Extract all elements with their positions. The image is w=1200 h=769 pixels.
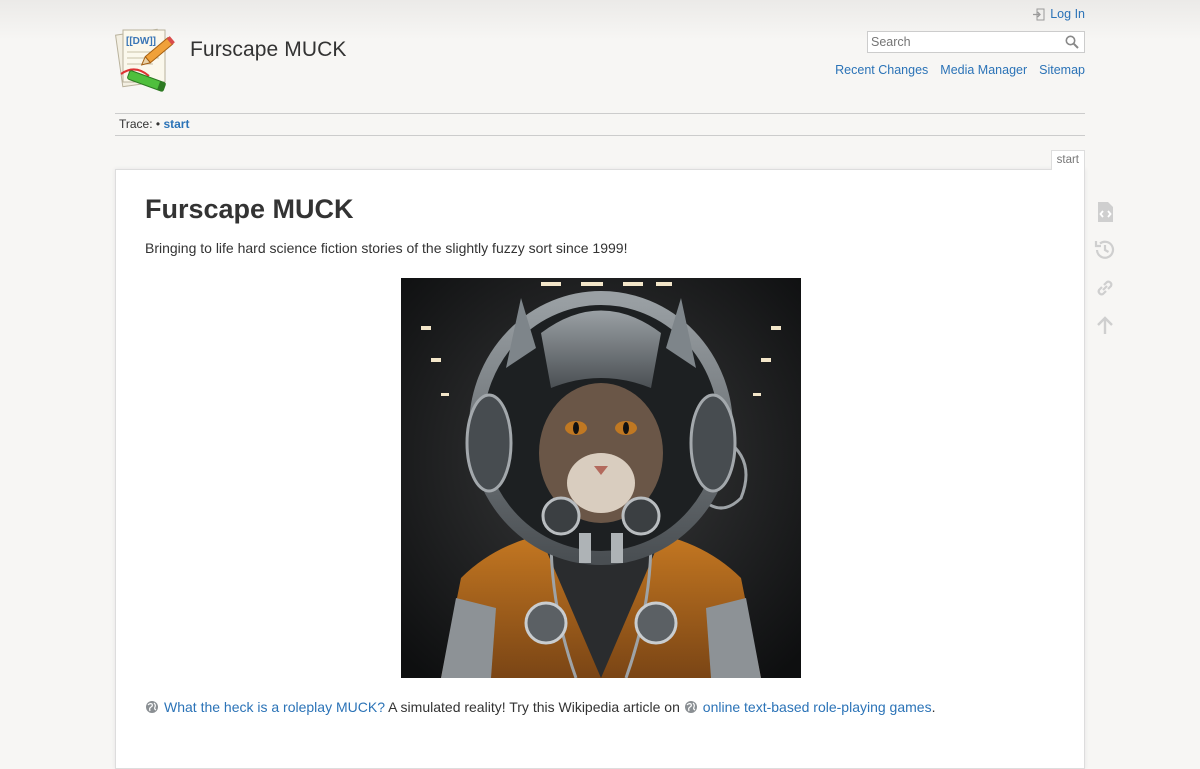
back-to-top-icon[interactable] bbox=[1093, 314, 1117, 338]
site-wrapper: [[DW]] Furscape MUCK Log In Rece bbox=[115, 0, 1085, 769]
login-label: Log In bbox=[1050, 7, 1085, 21]
page-content: Furscape MUCK Bringing to life hard scie… bbox=[115, 169, 1085, 769]
sitemap-link[interactable]: Sitemap bbox=[1039, 63, 1085, 77]
footer-text-end: . bbox=[931, 699, 936, 715]
site-tools-nav: Recent Changes Media Manager Sitemap bbox=[835, 63, 1085, 77]
site-title[interactable]: Furscape MUCK bbox=[190, 38, 347, 62]
text-rpg-wikipedia-link[interactable]: online text-based role-playing games bbox=[703, 699, 932, 715]
roleplay-muck-link[interactable]: What the heck is a roleplay MUCK? bbox=[164, 699, 385, 715]
old-revisions-icon[interactable] bbox=[1093, 238, 1117, 262]
breadcrumb-prefix: Trace: bbox=[119, 117, 153, 131]
recent-changes-link[interactable]: Recent Changes bbox=[835, 63, 928, 77]
page-tagline: Bringing to life hard science fiction st… bbox=[145, 240, 628, 256]
search-input[interactable] bbox=[868, 32, 1064, 52]
breadcrumb-separator: • bbox=[155, 117, 161, 131]
dokuwiki-logo[interactable]: [[DW]] bbox=[115, 24, 181, 94]
footer-text-mid: A simulated reality! Try this Wikipedia … bbox=[384, 699, 684, 715]
backlinks-icon[interactable] bbox=[1093, 276, 1117, 300]
show-source-icon[interactable] bbox=[1093, 200, 1117, 224]
page-id-tab: start bbox=[1050, 150, 1085, 170]
cat-astronaut-image[interactable] bbox=[401, 278, 801, 678]
breadcrumb-divider bbox=[115, 135, 1085, 136]
breadcrumb: Trace: • start bbox=[119, 117, 189, 131]
globe-icon bbox=[146, 701, 158, 713]
breadcrumb-current[interactable]: start bbox=[163, 117, 189, 131]
page-heading: Furscape MUCK bbox=[145, 194, 354, 224]
muck-info-paragraph: What the heck is a roleplay MUCK? A simu… bbox=[145, 699, 935, 715]
media-manager-link[interactable]: Media Manager bbox=[940, 63, 1027, 77]
search-box bbox=[867, 31, 1085, 53]
login-icon bbox=[1033, 8, 1045, 20]
header-divider bbox=[115, 113, 1085, 114]
logo-text: [[DW]] bbox=[126, 36, 156, 47]
search-icon[interactable] bbox=[1065, 35, 1079, 49]
login-link[interactable]: Log In bbox=[1032, 7, 1085, 21]
globe-icon bbox=[684, 701, 697, 713]
